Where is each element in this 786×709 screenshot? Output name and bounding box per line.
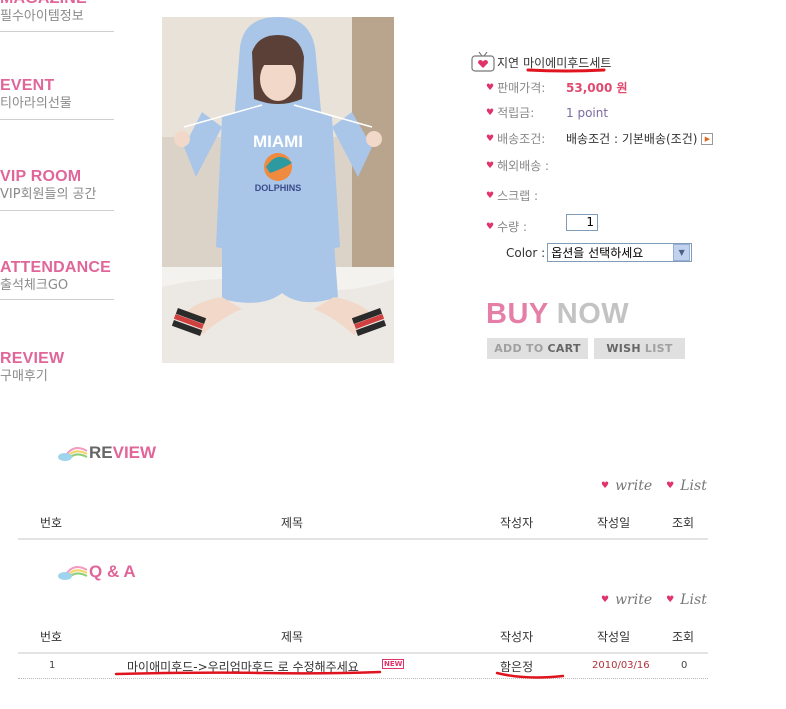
rainbow-cloud-icon [58,566,88,580]
menu-title: ATTENDANCE [0,259,112,276]
heart-bullet-icon: ♥ [666,481,675,491]
menu-title: VIP ROOM [0,168,82,185]
col-number: 번호 [40,516,63,530]
qna-header-divider [18,652,708,654]
heart-bullet-icon: ♥ [486,190,495,201]
review-actions: ♥ write ♥ List [601,478,707,494]
row-views: 0 [681,660,688,671]
points-value: 1 point [566,105,609,120]
heart-bullet-icon: ♥ [486,221,495,232]
cart-text: CART [547,342,581,355]
menu-item-vip-room[interactable]: VIP ROOM VIP회원들의 공간 [0,168,114,211]
qna-section-title: Q & A [57,562,136,582]
add-to-text: ADD TO [494,342,544,355]
review-title-re: RE [89,443,113,462]
overseas-row: ♥ 해외배송 : [486,157,746,174]
menu-title: EVENT [0,77,55,94]
hoodie-print-text: MIAMI [253,132,303,151]
shipping-label: 배송조건: [497,132,546,146]
heart-bullet-icon: ♥ [486,133,495,144]
menu-subtitle: 티아라의선물 [0,96,72,111]
quantity-label: 수량 : [497,220,528,234]
menu-subtitle: 필수아이템정보 [0,9,84,24]
heart-bullet-icon: ♥ [486,160,495,171]
now-text: NOW [556,298,630,330]
menu-item-magazine[interactable]: MAGAZINE 필수아이템정보 [0,0,114,32]
review-list-link[interactable]: List [680,478,707,494]
color-option-row: Color : 옵션을 선택하세요 ▼ [506,243,693,262]
quantity-row: ♥ 수량 : 1 [486,214,746,235]
menu-item-event[interactable]: EVENT 티아라의선물 [0,77,114,120]
col-subject: 제목 [281,630,304,644]
heart-bullet-icon: ♥ [601,481,610,491]
col-number: 번호 [40,630,63,644]
points-label: 적립금: [497,106,535,120]
wish-list-button[interactable]: WISH LIST [594,338,685,359]
col-views: 조회 [672,516,695,530]
review-write-link[interactable]: write [615,478,652,494]
product-name-text: 마이에미후드세트 [523,55,612,70]
review-title-rest: VIEW [112,443,157,462]
qna-write-link[interactable]: write [615,592,652,608]
product-name: 지연 마이에미후드세트 [471,51,611,73]
review-section-title: RE VIEW [57,443,156,463]
model-illustration: MIAMI DOLPHINS [162,17,394,363]
rainbow-cloud-icon [58,447,88,461]
points-row: ♥ 적립금: 1 point [486,104,746,121]
color-select-value: 옵션을 선택하세요 [551,246,644,260]
row-author: 함은정 [500,660,534,674]
row-number: 1 [49,660,56,671]
col-author: 작성자 [500,630,534,644]
buy-text: BUY [486,298,549,330]
shipping-row: ♥ 배송조건: 배송조건 : 기본배송(조건) ▶ [486,130,746,147]
play-arrow-icon[interactable]: ▶ [701,132,714,145]
menu-title: MAGAZINE [0,0,114,8]
qna-title: Q & A [89,562,136,581]
color-select[interactable]: 옵션을 선택하세요 ▼ [547,243,693,262]
add-to-cart-button[interactable]: ADD TO CART [487,338,588,359]
menu-title: REVIEW [0,350,65,367]
buy-now-button[interactable]: BUY NOW [486,298,629,331]
new-badge: NEW [382,659,405,669]
col-subject: 제목 [281,516,304,530]
wish-text: WISH [606,342,641,355]
col-views: 조회 [672,630,695,644]
product-name-prefix: 지연 [497,55,520,70]
price-value: 53,000 원 [566,81,628,95]
price-label: 판매가격: [497,81,546,95]
chevron-down-icon[interactable]: ▼ [673,244,691,261]
col-author: 작성자 [500,516,534,530]
qna-actions: ♥ write ♥ List [601,592,707,608]
scrap-label: 스크랩 : [497,189,539,203]
list-text: LIST [644,342,673,355]
menu-item-review[interactable]: REVIEW 구매후기 [0,350,114,386]
row-divider [18,678,708,679]
col-date: 작성일 [597,630,631,644]
price-row: ♥ 판매가격: 53,000 원 [486,79,746,96]
col-date: 작성일 [597,516,631,530]
heart-bullet-icon: ♥ [601,595,610,605]
overseas-label: 해외배송 : [497,159,550,173]
heart-bullet-icon: ♥ [486,82,495,93]
heart-bullet-icon: ♥ [486,107,495,118]
shipping-value-text: 배송조건 : 기본배송(조건) [566,132,698,146]
row-subject-link[interactable]: 마이애미후드->우리엄마후드 로 수정해주세요 [127,658,359,675]
shipping-value: 배송조건 : 기본배송(조건) ▶ [566,130,714,147]
hoodie-print-subtext: DOLPHINS [255,183,302,193]
menu-subtitle: 구매후기 [0,369,48,384]
scrap-row: ♥ 스크랩 : [486,187,746,204]
qna-list-link[interactable]: List [680,592,707,608]
heart-bullet-icon: ♥ [666,595,675,605]
color-label: Color : [506,245,546,260]
menu-subtitle: 출석체크GO [0,278,69,293]
menu-subtitle: VIP회원들의 공간 [0,187,97,202]
quantity-input[interactable]: 1 [566,214,598,231]
review-header-divider [18,538,708,540]
tv-heart-icon [471,51,495,72]
menu-item-attendance[interactable]: ATTENDANCE 출석체크GO [0,259,114,300]
product-photo: MIAMI DOLPHINS [162,17,394,363]
row-date: 2010/03/16 [592,660,650,671]
